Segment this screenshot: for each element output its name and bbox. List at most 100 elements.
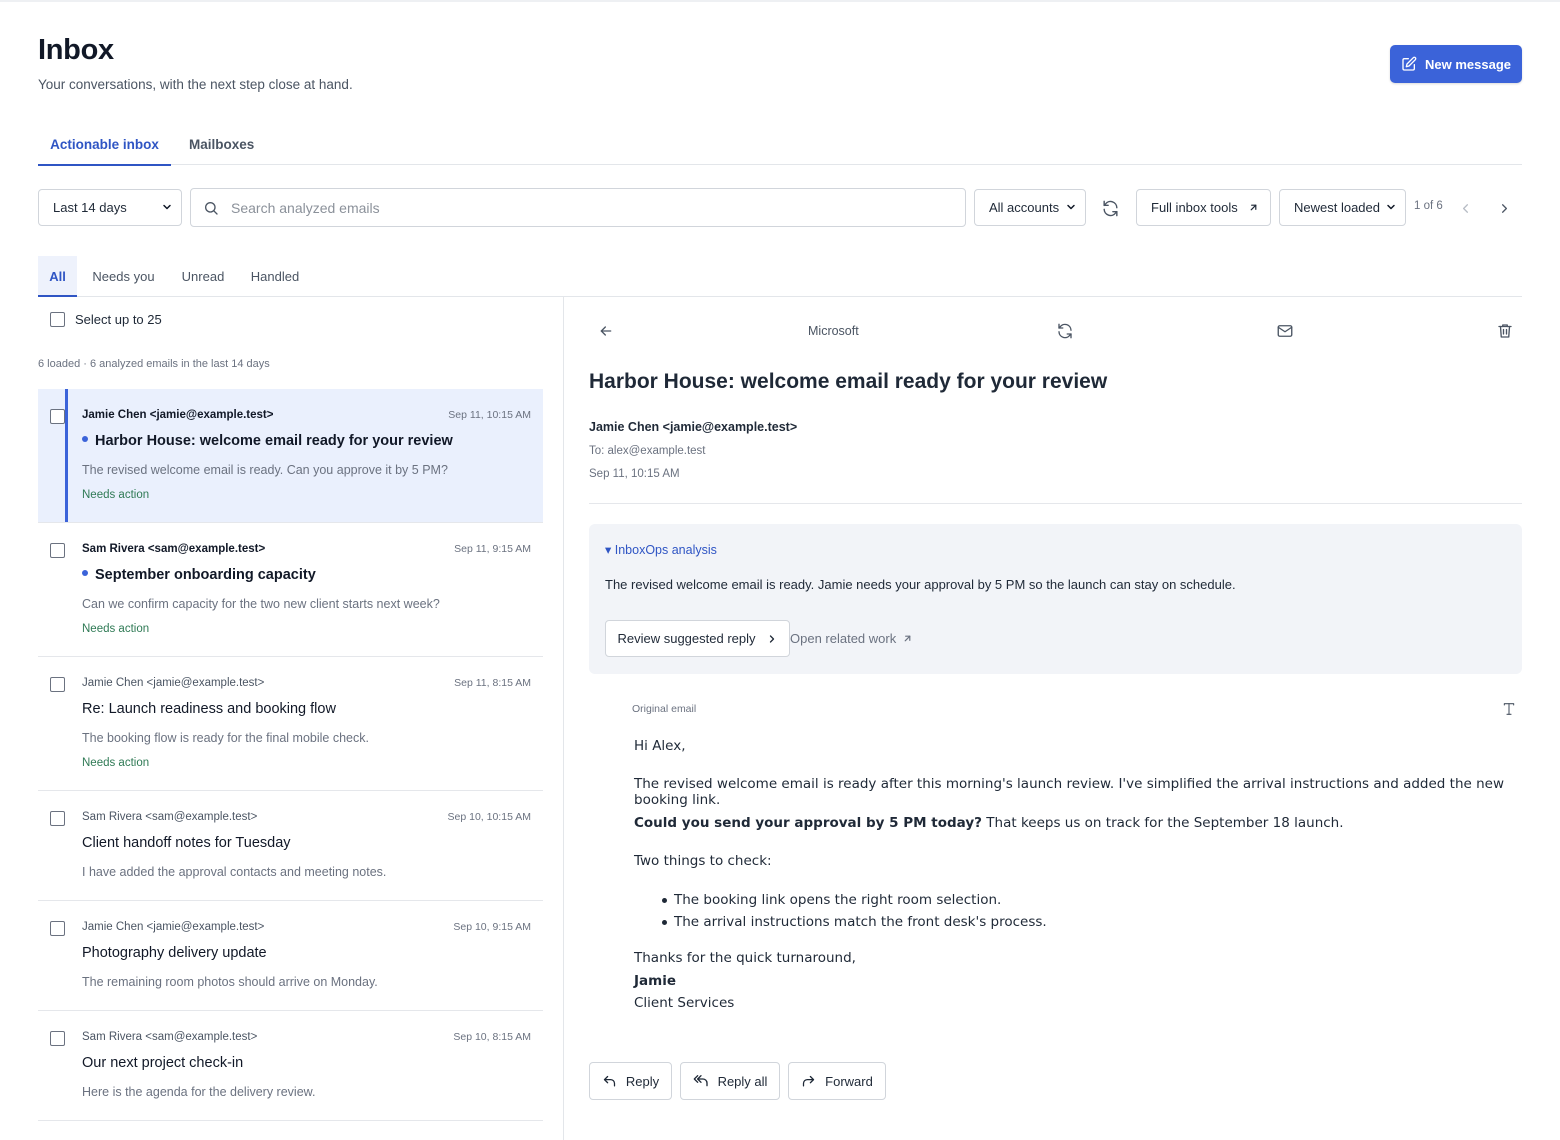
item-checkbox[interactable] [50,1031,65,1046]
delete-button[interactable] [1494,320,1516,342]
item-checkbox[interactable] [50,409,65,424]
select-all-checkbox[interactable] [50,312,65,327]
open-related-work-link[interactable]: Open related work [790,631,913,646]
filter-tab-all[interactable]: All [38,256,77,297]
main-tabs: Actionable inbox Mailboxes [38,123,1522,166]
sort-select[interactable]: Newest loaded [1279,189,1406,226]
edit-icon [1402,56,1417,71]
text-format-button[interactable] [1499,699,1519,719]
item-date: Sep 10, 8:15 AM [453,1031,531,1043]
item-date: Sep 10, 9:15 AM [453,921,531,933]
item-subject: Our next project check-in [82,1055,244,1071]
previous-page-button[interactable] [1456,199,1474,217]
text-format-icon [1503,703,1515,715]
mail-icon [1277,325,1293,337]
item-subject: Client handoff notes for Tuesday [82,835,291,851]
status-badge: Needs action [82,489,150,501]
item-sender: Jamie Chen <jamie@example.test> [82,921,265,933]
item-date: Sep 11, 8:15 AM [454,677,531,689]
filter-tab-needs-you[interactable]: Needs you [87,256,160,296]
top-border [0,0,1560,2]
email-bold-request: Could you send your approval by 5 PM tod… [634,815,982,831]
item-subject: Re: Launch readiness and booking flow [82,701,336,717]
forward-icon [803,1075,815,1086]
tab-actionable-inbox[interactable]: Actionable inbox [38,123,171,166]
unread-dot [82,436,88,443]
review-reply-button[interactable]: Review suggested reply [605,620,790,657]
next-page-button[interactable] [1495,199,1513,217]
forward-button[interactable]: Forward [788,1062,886,1100]
item-date: Sep 11, 9:15 AM [454,543,531,555]
chevron-down-icon [163,204,171,210]
tab-mailboxes[interactable]: Mailboxes [189,123,254,165]
reply-all-icon [693,1075,708,1087]
list-item[interactable]: Sam Rivera <sam@example.test> Sep 10, 8:… [38,1011,543,1121]
chevron-down-icon [1067,204,1075,210]
accounts-select[interactable]: All accounts [974,189,1086,226]
status-badge: Needs action [82,757,150,769]
email-subject: Harbor House: welcome email ready for yo… [589,370,1108,393]
item-subject: Harbor House: welcome email ready for yo… [82,433,453,449]
signature-title: Client Services [634,995,735,1011]
item-checkbox[interactable] [50,921,65,936]
item-subject-text: Harbor House: welcome email ready for yo… [95,433,453,449]
list-item[interactable]: Jamie Chen <jamie@example.test> Sep 11, … [38,389,543,523]
list-item[interactable]: Sam Rivera <sam@example.test> Sep 11, 9:… [38,523,543,657]
full-inbox-tools-button[interactable]: Full inbox tools [1136,189,1271,226]
item-sender: Jamie Chen <jamie@example.test> [82,677,265,689]
filter-tab-handled[interactable]: Handled [245,256,305,296]
chevron-right-icon [1501,203,1507,213]
email-paragraph: Could you send your approval by 5 PM tod… [634,815,1344,831]
forward-label: Forward [825,1073,873,1089]
reply-label: Reply [625,1073,660,1089]
refresh-icon [1058,323,1072,339]
analysis-summary: The revised welcome email is ready. Jami… [605,577,1236,592]
item-preview: The remaining room photos should arrive … [82,975,378,989]
item-preview: The revised welcome email is ready. Can … [82,463,448,477]
date-range-select[interactable]: Last 14 days [38,189,182,226]
bullet-marker [662,920,667,925]
reply-button[interactable]: Reply [589,1062,672,1100]
page-subtitle: Your conversations, with the next step c… [38,77,353,92]
item-checkbox[interactable] [50,677,65,692]
item-preview: Can we confirm capacity for the two new … [82,597,440,611]
review-reply-label: Review suggested reply [617,631,756,646]
item-date: Sep 10, 10:15 AM [447,811,531,823]
item-subject: September onboarding capacity [82,567,316,583]
divider [589,503,1522,504]
item-checkbox[interactable] [50,543,65,558]
signature-name: Jamie [634,973,676,989]
search-input[interactable] [231,197,951,219]
item-date: Sep 11, 10:15 AM [448,409,531,421]
reply-all-button[interactable]: Reply all [680,1062,780,1100]
mark-unread-button[interactable] [1274,320,1296,342]
filter-tab-unread[interactable]: Unread [176,256,230,296]
pane-divider [563,297,564,1140]
new-message-button[interactable]: New message [1390,45,1522,83]
bullet-marker [662,898,667,903]
page-title: Inbox [38,34,114,66]
analysis-toggle[interactable]: ▾ InboxOps analysis [605,542,717,557]
list-item[interactable]: Jamie Chen <jamie@example.test> Sep 11, … [38,657,543,791]
email-bullet: The arrival instructions match the front… [674,914,1047,930]
original-email-label: Original email [632,703,697,715]
email-bullet: The booking link opens the right room se… [674,892,1002,908]
date-range-value: Last 14 days [53,200,127,215]
email-date: Sep 11, 10:15 AM [589,468,680,480]
list-item[interactable]: Jamie Chen <jamie@example.test> Sep 10, … [38,901,543,1011]
refresh-analysis-button[interactable] [1054,320,1076,342]
refresh-icon [1102,200,1118,216]
email-greeting: Hi Alex, [634,738,686,754]
back-button[interactable] [596,321,616,341]
email-closing: Thanks for the quick turnaround, [634,950,856,966]
chevron-right-icon [769,634,774,643]
list-item[interactable]: Sam Rivera <sam@example.test> Sep 10, 10… [38,791,543,901]
refresh-button[interactable] [1098,196,1122,220]
pager-count: 1 of 6 [1414,200,1443,212]
account-source: Microsoft [808,324,859,338]
full-inbox-tools-label: Full inbox tools [1151,200,1238,215]
accounts-value: All accounts [989,200,1060,215]
email-paragraph: The revised welcome email is ready after… [634,776,1504,808]
item-checkbox[interactable] [50,811,65,826]
item-preview: I have added the approval contacts and m… [82,865,387,879]
